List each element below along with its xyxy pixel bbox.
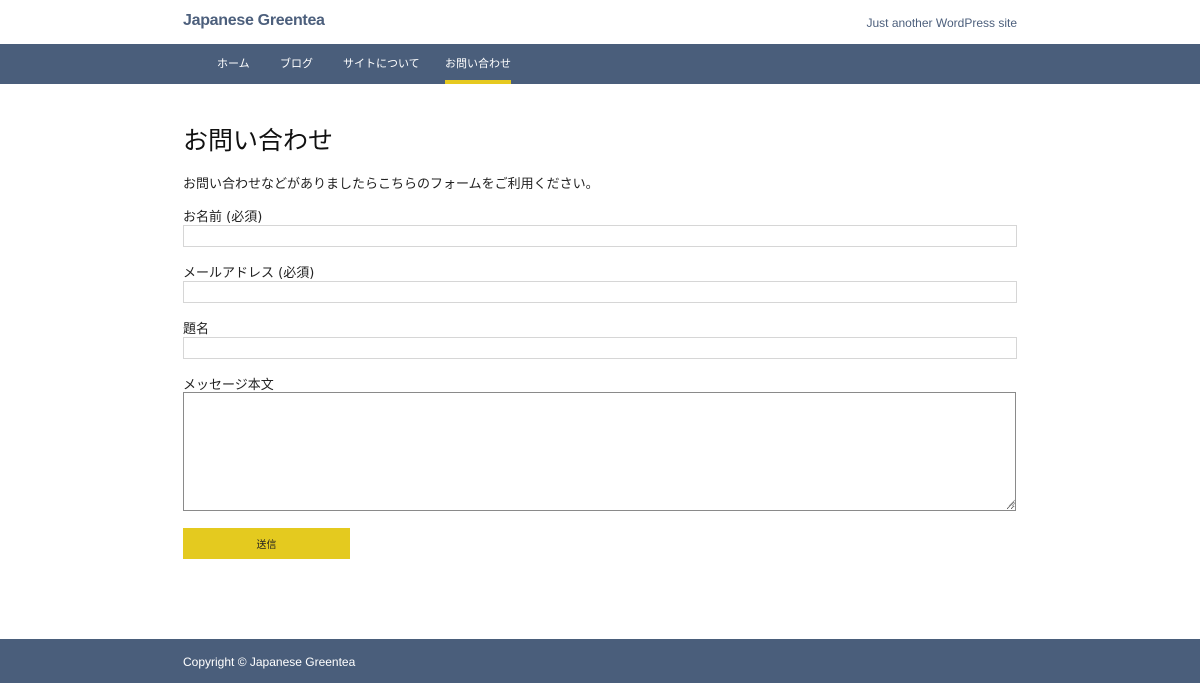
email-label: メールアドレス (必須) — [183, 266, 315, 281]
subject-label: 題名 — [183, 322, 210, 337]
intro-text: お問い合わせなどがありましたらこちらのフォームをご利用ください。 — [183, 177, 599, 192]
nav-item-blog[interactable]: ブログ — [280, 44, 313, 84]
resize-grip-icon[interactable] — [1008, 499, 1016, 507]
message-label: メッセージ本文 — [183, 378, 274, 393]
copyright-text: Copyright © Japanese Greentea — [183, 655, 356, 669]
site-title-link[interactable]: Japanese Greentea — [183, 12, 325, 30]
site-header: Japanese Greentea Just another WordPress… — [0, 0, 1200, 44]
page-title: お問い合わせ — [183, 126, 334, 155]
site-tagline: Just another WordPress site — [866, 16, 1017, 30]
subject-field[interactable] — [183, 337, 1017, 359]
name-label: お名前 (必須) — [183, 210, 263, 225]
submit-button[interactable]: 送信 — [183, 528, 350, 559]
main-navigation: ホーム ブログ サイトについて お問い合わせ — [0, 44, 1200, 84]
page: Japanese Greentea Just another WordPress… — [0, 0, 1200, 683]
name-field[interactable] — [183, 225, 1017, 247]
site-footer: Copyright © Japanese Greentea — [0, 639, 1200, 683]
email-field[interactable] — [183, 281, 1017, 303]
message-textarea[interactable] — [183, 392, 1016, 511]
nav-item-contact[interactable]: お問い合わせ — [445, 44, 511, 84]
nav-item-about[interactable]: サイトについて — [343, 44, 420, 84]
nav-item-home[interactable]: ホーム — [217, 44, 250, 84]
